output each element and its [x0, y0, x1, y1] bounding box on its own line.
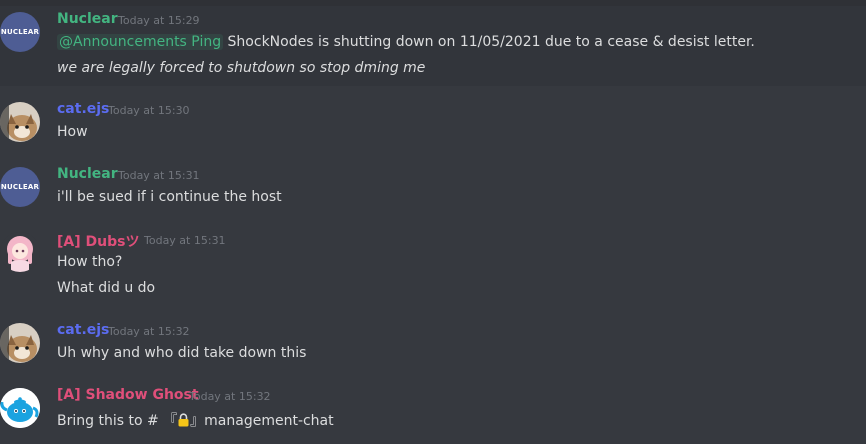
- role-mention[interactable]: @Announcements Ping: [57, 34, 224, 50]
- message-timestamp: Today at 15:29: [118, 14, 200, 27]
- message-author[interactable]: Nuclear: [57, 166, 118, 182]
- avatar[interactable]: NUCLEAR: [0, 12, 40, 52]
- message-content: @Announcements Ping ShockNodes is shutti…: [57, 34, 755, 50]
- message-timestamp: Today at 15:30: [108, 104, 190, 117]
- message-content: What did u do: [57, 280, 156, 296]
- message-group: NUCLEAR Nuclear Today at 15:29 @Announce…: [0, 6, 866, 86]
- message-group: [A] Shadow Ghost Today at 15:32 Bring th…: [0, 382, 866, 444]
- message-group: [A] Dubsツ Today at 15:31 How tho? What d…: [0, 226, 866, 306]
- message-group: NUCLEAR Nuclear Today at 15:31 i'll be s…: [0, 161, 866, 216]
- nuclear-logo-icon: NUCLEAR: [0, 167, 40, 207]
- message-content: Bring this to # 『』management-chat: [57, 410, 334, 430]
- message-timestamp: Today at 15:31: [118, 169, 200, 182]
- message-group: cat.ejs Today at 15:32 Uh why and who di…: [0, 317, 866, 372]
- message-content: we are legally forced to shutdown so sto…: [57, 60, 426, 76]
- lock-icon: [177, 413, 190, 427]
- message-timestamp: Today at 15:32: [108, 325, 190, 338]
- nuclear-logo-icon: NUCLEAR: [0, 12, 40, 52]
- message-content: How tho?: [57, 254, 123, 270]
- message-timestamp: Today at 15:32: [189, 390, 271, 403]
- message-author[interactable]: [A] Dubsツ: [57, 231, 139, 251]
- message-content: Uh why and who did take down this: [57, 345, 307, 361]
- avatar-logo-text: NUCLEAR: [0, 28, 40, 36]
- cat-avatar-icon: [0, 102, 40, 142]
- message-timestamp: Today at 15:31: [144, 234, 226, 247]
- avatar[interactable]: [0, 232, 40, 272]
- message-author[interactable]: [A] Shadow Ghost: [57, 387, 199, 403]
- chat-messages: NUCLEAR Nuclear Today at 15:29 @Announce…: [0, 0, 866, 444]
- avatar[interactable]: [0, 102, 40, 142]
- message-author[interactable]: cat.ejs: [57, 101, 109, 117]
- avatar[interactable]: [0, 388, 40, 428]
- message-author[interactable]: cat.ejs: [57, 322, 109, 338]
- message-author[interactable]: Nuclear: [57, 11, 118, 27]
- anime-girl-avatar-icon: [0, 232, 40, 272]
- message-content: How: [57, 124, 88, 140]
- message-content: i'll be sued if i continue the host: [57, 189, 282, 205]
- message-text: Bring this to # 『: [57, 413, 178, 429]
- message-group: cat.ejs Today at 15:30 How: [0, 96, 866, 151]
- teapot-avatar-icon: [0, 388, 40, 428]
- avatar[interactable]: NUCLEAR: [0, 167, 40, 207]
- message-text: ShockNodes is shutting down on 11/05/202…: [223, 34, 755, 50]
- channel-link[interactable]: 』management-chat: [190, 413, 333, 429]
- avatar-logo-text: NUCLEAR: [0, 183, 40, 191]
- avatar[interactable]: [0, 323, 40, 363]
- cat-avatar-icon: [0, 323, 40, 363]
